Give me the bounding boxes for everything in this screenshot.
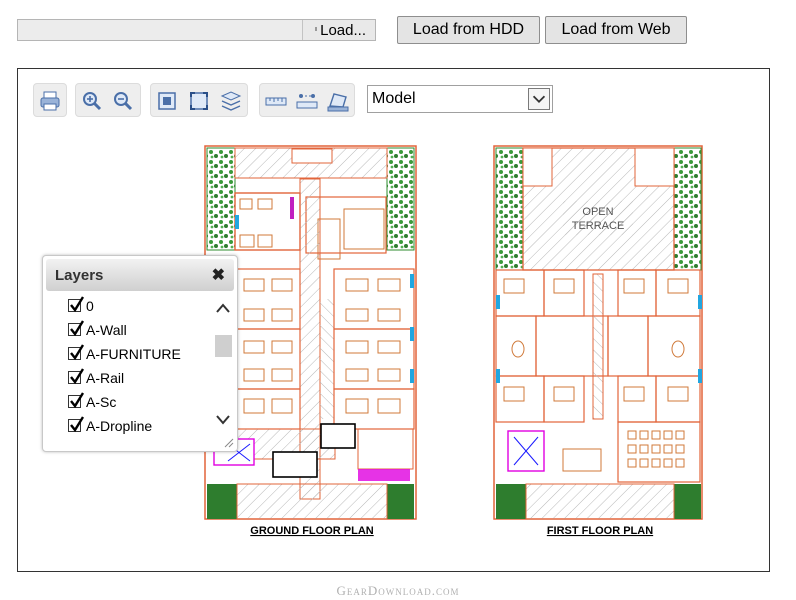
cad-viewer[interactable]: GROUND FLOOR PLAN OPEN TERRACE FIRST FLO… xyxy=(17,68,770,572)
measure-tool-group xyxy=(259,83,355,117)
scrollbar-thumb[interactable] xyxy=(215,335,232,357)
space-select-value: Model xyxy=(372,90,416,107)
terrace-label-line2: TERRACE xyxy=(572,220,625,232)
measure-points-icon xyxy=(296,94,318,109)
ground-floor-title: GROUND FLOOR PLAN xyxy=(250,525,373,537)
layer-label: A-Sc xyxy=(86,394,117,410)
layer-checkbox[interactable] xyxy=(68,368,85,385)
first-floor-plan: OPEN TERRACE xyxy=(493,145,703,520)
zoom-in-icon xyxy=(83,92,102,111)
layer-item-a-sc[interactable]: A-Sc xyxy=(51,392,209,416)
load-from-hdd-button[interactable]: Load from HDD xyxy=(397,16,540,44)
terrace-label-line1: OPEN xyxy=(582,206,613,218)
layer-label: A-Rail xyxy=(86,370,125,386)
zoom-in-button[interactable] xyxy=(79,88,105,114)
measure-points-button[interactable] xyxy=(294,88,320,114)
print-tool-group xyxy=(33,83,67,117)
layer-item-a-rail[interactable]: A-Rail xyxy=(51,368,209,392)
measure-area-button[interactable] xyxy=(325,88,351,114)
print-icon xyxy=(40,91,60,111)
browse-file-button[interactable]: Load... xyxy=(302,20,375,40)
view-tool-group xyxy=(150,83,248,117)
first-floor-title: FIRST FLOOR PLAN xyxy=(547,525,653,537)
measure-distance-icon xyxy=(265,97,287,106)
layers-scrollbar[interactable] xyxy=(213,298,233,438)
layer-item-0[interactable]: 0 xyxy=(51,296,209,320)
layer-label: A-Wall xyxy=(86,322,127,338)
measure-area-icon xyxy=(327,93,349,112)
load-from-web-button[interactable]: Load from Web xyxy=(545,16,687,44)
layer-checkbox[interactable] xyxy=(68,344,85,361)
chevron-down-icon[interactable] xyxy=(215,414,231,426)
layer-item-a-furniture[interactable]: A-FURNITURE xyxy=(51,344,209,368)
zoom-window-button[interactable] xyxy=(154,88,180,114)
layer-label: A-Dropline xyxy=(86,418,153,434)
watermark: GearDownload.com xyxy=(336,583,460,598)
zoom-out-icon xyxy=(114,92,133,111)
zoom-window-icon xyxy=(158,92,176,110)
file-path-field[interactable]: Load... xyxy=(17,19,376,41)
layer-item-a-dropline[interactable]: A-Dropline xyxy=(51,416,209,440)
layer-checkbox[interactable] xyxy=(68,416,85,433)
zoom-extents-icon xyxy=(190,92,208,110)
close-icon[interactable]: ✖ xyxy=(212,265,225,285)
layers-button[interactable] xyxy=(218,88,244,114)
layer-checkbox[interactable] xyxy=(68,392,85,409)
zoom-extents-button[interactable] xyxy=(186,88,212,114)
layers-icon xyxy=(220,91,242,111)
cursor-mark xyxy=(315,27,318,31)
layers-panel-header[interactable]: Layers ✖ xyxy=(46,259,234,291)
layer-label: 0 xyxy=(86,298,94,314)
layers-panel[interactable]: Layers ✖ 0 A-Wall A-FURNITURE A-Rail A-S… xyxy=(42,255,238,452)
chevron-down-icon[interactable] xyxy=(528,88,550,110)
layer-item-a-wall[interactable]: A-Wall xyxy=(51,320,209,344)
measure-distance-button[interactable] xyxy=(263,88,289,114)
layer-checkbox[interactable] xyxy=(68,320,85,337)
resize-grip-icon[interactable] xyxy=(224,438,234,448)
layer-label: A-FURNITURE xyxy=(86,346,181,362)
chevron-up-icon[interactable] xyxy=(215,302,231,314)
zoom-out-button[interactable] xyxy=(110,88,136,114)
layer-checkbox[interactable] xyxy=(68,296,85,313)
print-button[interactable] xyxy=(37,88,63,114)
layer-list: 0 A-Wall A-FURNITURE A-Rail A-Sc A-Dropl… xyxy=(51,296,209,440)
zoom-tool-group xyxy=(75,83,141,117)
layers-panel-title: Layers xyxy=(55,267,104,284)
space-select[interactable]: Model xyxy=(367,85,553,113)
browse-file-button-label: Load... xyxy=(320,22,366,39)
